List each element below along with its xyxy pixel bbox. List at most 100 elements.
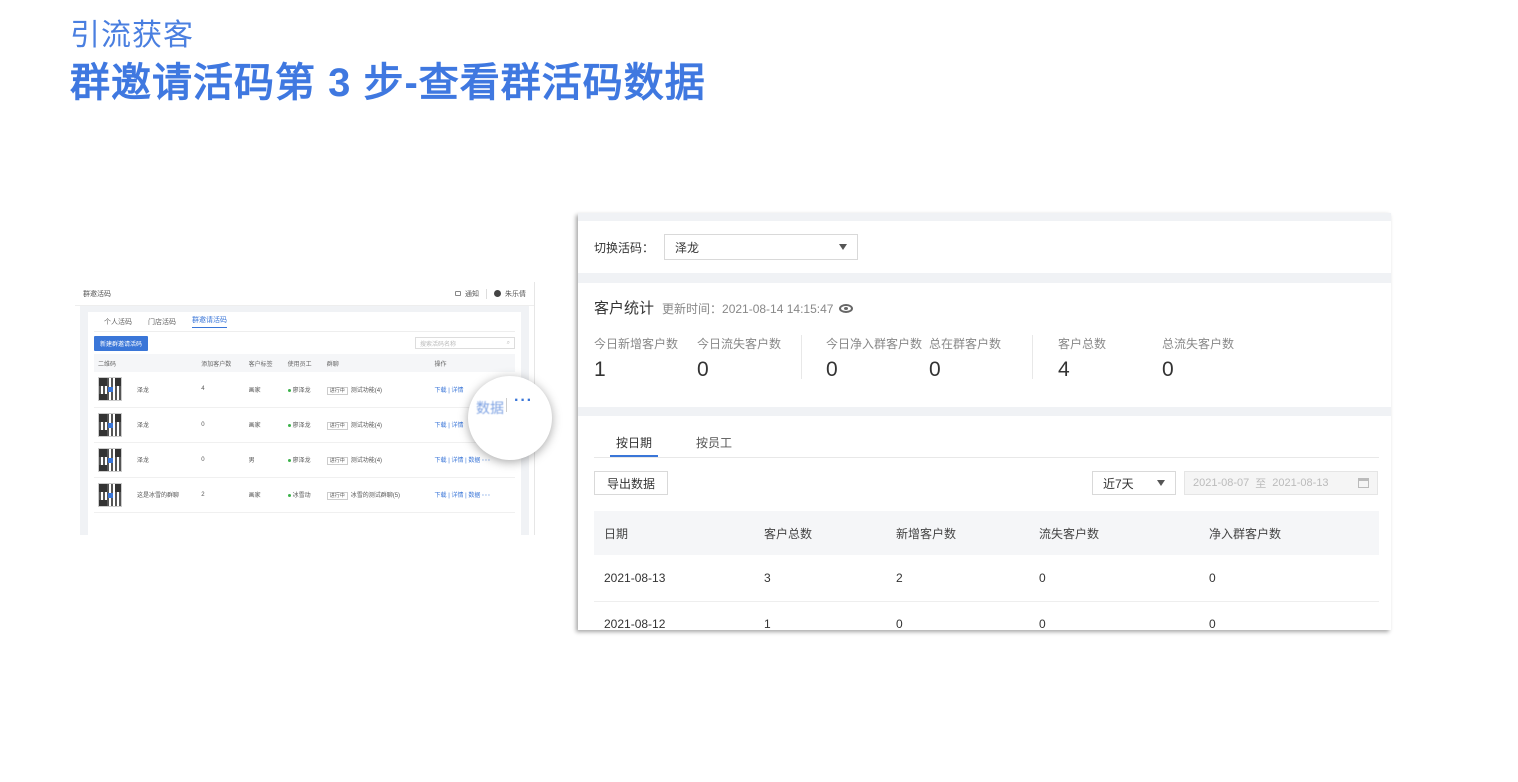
stat-total-customers: 客户总数 4 xyxy=(1058,337,1107,381)
eye-icon[interactable] xyxy=(839,304,854,313)
col-new-customers: 新增客户数 xyxy=(886,511,1029,555)
group-chat: 进行中 测试功能(4) xyxy=(322,372,431,408)
more-icon[interactable]: ··· xyxy=(482,493,491,499)
code-name: 这是冰雪的群聊 xyxy=(133,477,198,513)
divider xyxy=(1032,335,1033,379)
notification-label[interactable]: 通知 xyxy=(465,289,479,299)
cell-net-join: 0 xyxy=(1199,601,1379,630)
customer-tag: 男 xyxy=(244,442,284,478)
calendar-icon xyxy=(1358,478,1369,488)
cell-new: 0 xyxy=(886,601,1029,630)
col-total-customers: 客户总数 xyxy=(754,511,886,555)
group-chat: 进行中 测试功能(4) xyxy=(322,407,431,443)
cell-date: 2021-08-12 xyxy=(594,601,754,630)
staff: 廖泽龙 xyxy=(283,372,323,408)
search-placeholder: 搜索活码名称 xyxy=(420,341,457,348)
export-button[interactable]: 导出数据 xyxy=(594,471,669,495)
list-tabs: 个人活码 门店活码 群邀请活码 xyxy=(94,312,515,332)
customer-stats-card: 客户统计 更新时间：2021-08-14 14:15:47 今日新增客户数 1 … xyxy=(578,283,1391,407)
stat-today-net-join: 今日净入群客户数 0 xyxy=(826,337,923,381)
customer-tag: 画家 xyxy=(244,477,284,513)
tab-personal-code[interactable]: 个人活码 xyxy=(104,317,132,327)
date-end: 2021-08-13 xyxy=(1272,477,1329,489)
user-avatar-icon[interactable] xyxy=(494,290,501,297)
chevron-down-icon xyxy=(1157,480,1165,486)
more-icon[interactable]: ··· xyxy=(482,458,491,464)
data-link-zoomed[interactable]: 数据 xyxy=(476,398,504,418)
download-link[interactable]: 下载 xyxy=(435,423,447,429)
date-separator: 至 xyxy=(1255,478,1267,490)
stat-total-in-group: 总在群客户数 0 xyxy=(929,337,1002,381)
cell-total: 3 xyxy=(754,555,886,602)
data-detail-panel: 按日期 按员工 导出数据 近7天 2021-08-07 至 2021-08-13… xyxy=(578,416,1391,630)
group-chat: 进行中 冰雪的测试群聊(5) xyxy=(322,477,431,513)
tab-by-staff[interactable]: 按员工 xyxy=(690,426,738,457)
code-name: 泽龙 xyxy=(133,372,198,408)
stats-title: 客户统计 xyxy=(594,300,655,317)
more-icon[interactable]: ··· xyxy=(514,392,533,410)
customer-tag: 画家 xyxy=(244,372,284,408)
magnifier-callout: 数据 ··· xyxy=(468,376,552,460)
qrcode-image xyxy=(98,482,122,507)
col-name xyxy=(133,354,198,372)
daily-data-table: 日期 客户总数 新增客户数 流失客户数 净入群客户数 2021-08-13 3 … xyxy=(594,511,1379,630)
date-range-picker[interactable]: 2021-08-07 至 2021-08-13 xyxy=(1184,471,1378,495)
data-page-screenshot: 切换活码： 泽龙 客户统计 更新时间：2021-08-14 14:15:47 今… xyxy=(578,213,1391,630)
col-net-join: 净入群客户数 xyxy=(1199,511,1379,555)
col-qrcode: 二维码 xyxy=(94,354,134,372)
col-added-count: 添加客户数 xyxy=(197,354,245,372)
qrcode-image xyxy=(98,377,122,402)
stat-total-lost: 总流失客户数 0 xyxy=(1162,337,1235,381)
staff: 廖泽龙 xyxy=(283,442,323,478)
date-start: 2021-08-07 xyxy=(1193,477,1250,489)
page-title: 群邀请活码第 3 步-查看群活码数据 xyxy=(70,61,706,105)
table-row: 泽龙 0 男 廖泽龙 进行中 测试功能(4) 下载 | 详情 | 数据 ··· xyxy=(94,442,515,478)
divider xyxy=(506,398,507,412)
detail-link[interactable]: 详情 xyxy=(451,493,463,499)
cell-date: 2021-08-13 xyxy=(594,555,754,602)
customer-tag: 画家 xyxy=(244,407,284,443)
table-row: 2021-08-13 3 2 0 0 xyxy=(594,555,1379,602)
tab-store-code[interactable]: 门店活码 xyxy=(148,317,176,327)
data-link[interactable]: 数据 xyxy=(468,458,480,464)
detail-link[interactable]: 详情 xyxy=(451,458,463,464)
download-link[interactable]: 下载 xyxy=(435,458,447,464)
range-select[interactable]: 近7天 xyxy=(1092,471,1176,495)
qrcode-image xyxy=(98,412,122,437)
download-link[interactable]: 下载 xyxy=(435,388,447,394)
divider xyxy=(486,288,487,299)
search-input[interactable]: 搜索活码名称 ⌕ xyxy=(415,337,515,349)
added-count: 0 xyxy=(197,442,245,478)
user-name[interactable]: 朱乐倩 xyxy=(505,289,526,299)
cell-lost: 0 xyxy=(1029,601,1199,630)
cell-new: 2 xyxy=(886,555,1029,602)
notification-icon[interactable] xyxy=(455,291,461,296)
code-select[interactable]: 泽龙 xyxy=(664,234,859,260)
download-link[interactable]: 下载 xyxy=(435,493,447,499)
data-link[interactable]: 数据 xyxy=(468,493,480,499)
col-lost-customers: 流失客户数 xyxy=(1029,511,1199,555)
tab-group-invite-code[interactable]: 群邀请活码 xyxy=(192,315,227,328)
added-count: 4 xyxy=(197,372,245,408)
table-row: 泽龙 0 画家 廖泽龙 进行中 测试功能(4) 下载 | 详情 xyxy=(94,407,515,443)
detail-link[interactable]: 详情 xyxy=(451,388,463,394)
create-code-button[interactable]: 新建群邀请活码 xyxy=(94,335,149,351)
group-chat: 进行中 测试功能(4) xyxy=(322,442,431,478)
cell-total: 1 xyxy=(754,601,886,630)
code-table: 二维码 添加客户数 客户标签 使用员工 群聊 操作 泽龙 4 画家 廖泽龙 进行… xyxy=(94,354,515,513)
detail-link[interactable]: 详情 xyxy=(451,423,463,429)
code-switch-bar: 切换活码： 泽龙 xyxy=(578,221,1391,273)
code-name: 泽龙 xyxy=(133,407,198,443)
search-icon[interactable]: ⌕ xyxy=(507,340,510,347)
table-row: 2021-08-12 1 0 0 0 xyxy=(594,601,1379,630)
range-value: 近7天 xyxy=(1103,476,1134,491)
tab-by-date[interactable]: 按日期 xyxy=(610,426,659,457)
section-kicker: 引流获客 xyxy=(70,19,194,52)
col-group: 群聊 xyxy=(322,354,431,372)
stat-today-new: 今日新增客户数 1 xyxy=(594,337,679,381)
row-actions: 下载 | 详情 | 数据 ··· xyxy=(430,477,515,513)
col-tags: 客户标签 xyxy=(244,354,284,372)
col-date: 日期 xyxy=(594,511,754,555)
staff: 冰雪动 xyxy=(283,477,323,513)
qrcode-image xyxy=(98,447,122,472)
